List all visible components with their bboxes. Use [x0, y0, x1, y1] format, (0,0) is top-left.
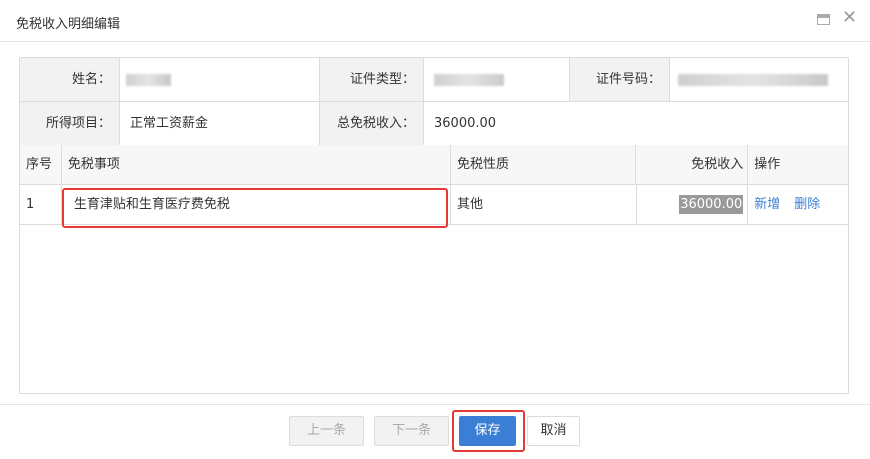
redacted-name: [126, 74, 171, 86]
close-icon[interactable]: ✕: [842, 9, 857, 27]
detail-table: 序号 免税事项 免税性质 免税收入 操作 1 生育津贴和生育医疗费免税 其他 3…: [19, 145, 849, 394]
redacted-idtype: [434, 74, 504, 86]
header-item: 免税事项: [62, 145, 451, 184]
footer-divider: [0, 404, 870, 405]
amount-value[interactable]: 36000.00: [679, 195, 744, 214]
highlight-box-save: [452, 410, 525, 452]
cancel-button[interactable]: 取消: [527, 416, 580, 446]
idtype-value: [424, 58, 570, 101]
info-grid: 姓名： 证件类型： 证件号码： 所得项目： 正常工资薪金 总免税收入： 3600…: [19, 57, 849, 147]
row-nature[interactable]: 其他: [451, 185, 637, 224]
row-actions: 新增 删除: [748, 185, 848, 224]
add-link[interactable]: 新增: [754, 197, 780, 212]
restore-icon[interactable]: [817, 14, 830, 25]
idtype-label: 证件类型：: [320, 58, 424, 101]
delete-link[interactable]: 删除: [794, 197, 820, 212]
header-no: 序号: [20, 145, 62, 184]
table-header: 序号 免税事项 免税性质 免税收入 操作: [20, 145, 848, 185]
next-button[interactable]: 下一条: [374, 416, 449, 446]
info-row-income: 所得项目： 正常工资薪金 总免税收入： 36000.00: [20, 102, 848, 146]
header-op: 操作: [754, 157, 781, 172]
name-label: 姓名：: [20, 58, 120, 101]
row-no: 1: [20, 185, 62, 224]
header-amount: 免税收入: [636, 145, 749, 184]
redacted-idno: [678, 74, 828, 86]
dialog-header: 免税收入明细编辑 ✕: [0, 0, 870, 42]
idno-value: [670, 58, 848, 101]
income-item-label: 所得项目：: [20, 102, 120, 146]
total-value: 36000.00: [434, 116, 497, 131]
prev-button[interactable]: 上一条: [289, 416, 364, 446]
total-label: 总免税收入：: [320, 102, 424, 146]
row-amount[interactable]: 36000.00: [637, 185, 749, 224]
dialog-title: 免税收入明细编辑: [16, 17, 121, 32]
header-nature: 免税性质: [451, 145, 637, 184]
highlight-box-item: [62, 188, 448, 228]
info-row-identity: 姓名： 证件类型： 证件号码：: [20, 58, 848, 102]
income-item-value: 正常工资薪金: [120, 102, 320, 146]
name-value: [120, 58, 320, 101]
idno-label: 证件号码：: [570, 58, 670, 101]
